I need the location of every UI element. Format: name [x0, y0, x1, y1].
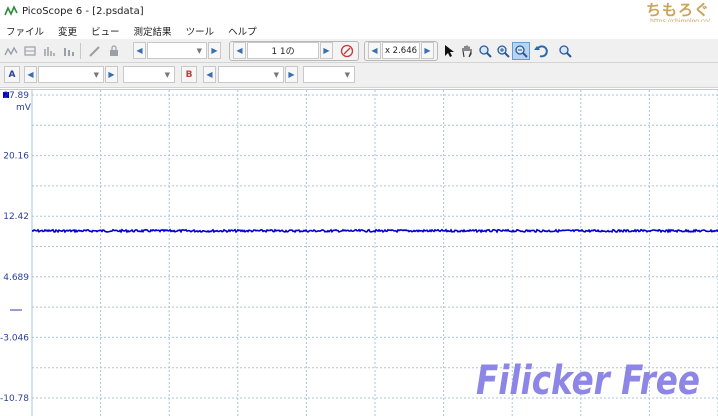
channel-a-range-select[interactable]: ▼	[38, 66, 104, 83]
timebase-prev-button[interactable]: ◀	[133, 42, 146, 59]
zoom-value-field[interactable]: x 2.646	[382, 42, 420, 59]
y-tick-label: 4.689	[3, 273, 29, 283]
window-title: PicoScope 6 - [2.psdata]	[22, 5, 144, 17]
watermark-annotation: Filicker Free	[476, 358, 700, 404]
y-tick-label: 20.16	[3, 152, 29, 162]
timebase-select[interactable]: ▼	[147, 42, 207, 59]
capture-prev-button[interactable]: ◀	[233, 42, 246, 59]
channel-b-range-next-button[interactable]: ▶	[285, 66, 298, 83]
channel-b-range-prev-button[interactable]: ◀	[203, 66, 216, 83]
zoom-overview-icon[interactable]	[556, 42, 574, 60]
waveform-chart[interactable]: 27.89 20.16 12.42 4.689 -3.046 -10.78 mV Fili…	[0, 90, 718, 416]
menu-help[interactable]: ヘルプ	[228, 24, 257, 38]
menu-measurements[interactable]: 測定結果	[134, 24, 172, 38]
channel-a-range-prev-button[interactable]: ◀	[24, 66, 37, 83]
channel-b-coupling-select[interactable]: ▼	[303, 66, 355, 83]
menu-tools[interactable]: ツール	[186, 24, 215, 38]
channel-a-range-next-button[interactable]: ▶	[105, 66, 118, 83]
chevron-down-icon: ▼	[196, 46, 202, 55]
scope-mode-icon[interactable]	[2, 42, 20, 60]
lock-icon[interactable]	[105, 42, 123, 60]
menu-view[interactable]: ビュー	[91, 24, 120, 38]
channel-a-button[interactable]: A	[4, 66, 20, 83]
zoom-next-button[interactable]: ▶	[421, 42, 434, 59]
capture-next-button[interactable]: ▶	[320, 42, 333, 59]
menu-edit[interactable]: 変更	[58, 24, 77, 38]
menu-bar: ファイル 変更 ビュー 測定結果 ツール ヘルプ	[0, 22, 718, 40]
title-bar: PicoScope 6 - [2.psdata] ちもろぐ https://ch…	[0, 0, 718, 25]
timebase-next-button[interactable]: ▶	[208, 42, 221, 59]
y-axis-unit-label: mV	[16, 103, 32, 113]
y-tick-label: 27.89	[3, 91, 29, 101]
undo-zoom-icon[interactable]	[532, 42, 550, 60]
toolbar-divider	[80, 43, 81, 59]
persistence-mode-icon[interactable]	[21, 42, 39, 60]
chevron-down-icon: ▼	[164, 70, 170, 79]
y-axis-ticks: 27.89 20.16 12.42 4.689 -3.046 -10.78	[0, 91, 29, 404]
watermark-logo-text: ちもろぐ	[645, 1, 710, 19]
chevron-down-icon: ▼	[273, 70, 279, 79]
channel-b-button[interactable]: B	[181, 66, 197, 83]
channel-a-trace	[31, 228, 718, 234]
capture-count-field[interactable]: 1 1の	[247, 42, 319, 59]
zoom-in-icon[interactable]	[494, 42, 512, 60]
zoom-icon[interactable]	[476, 42, 494, 60]
channel-a-coupling-select[interactable]: ▼	[123, 66, 175, 83]
chevron-down-icon: ▼	[93, 70, 99, 79]
y-tick-label: -10.78	[0, 394, 29, 404]
compass-icon[interactable]	[338, 42, 356, 60]
spectrum-mode-icon[interactable]	[40, 42, 58, 60]
chevron-down-icon: ▼	[344, 70, 350, 79]
channel-toolbar: A ◀ ▼ ▶ ▼ B ◀ ▼ ▶ ▼	[0, 63, 718, 88]
picoscope-app-icon	[4, 5, 18, 16]
y-tick-label: 12.42	[3, 212, 29, 222]
zoom-prev-button[interactable]: ◀	[368, 42, 381, 59]
bar-chart-icon[interactable]	[59, 42, 77, 60]
pointer-icon[interactable]	[440, 42, 458, 60]
main-toolbar: ◀ ▼ ▶ ◀ 1 1の ▶ ◀ x 2.646 ▶	[0, 39, 718, 63]
zoom-out-icon[interactable]	[512, 42, 530, 60]
probe-icon[interactable]	[86, 42, 104, 60]
scope-plot-area[interactable]: 27.89 20.16 12.42 4.689 -3.046 -10.78 mV Fili…	[0, 89, 718, 416]
hand-pan-icon[interactable]	[458, 42, 476, 60]
menu-file[interactable]: ファイル	[6, 24, 44, 38]
channel-b-range-select[interactable]: ▼	[218, 66, 284, 83]
y-tick-label: -3.046	[0, 333, 29, 343]
